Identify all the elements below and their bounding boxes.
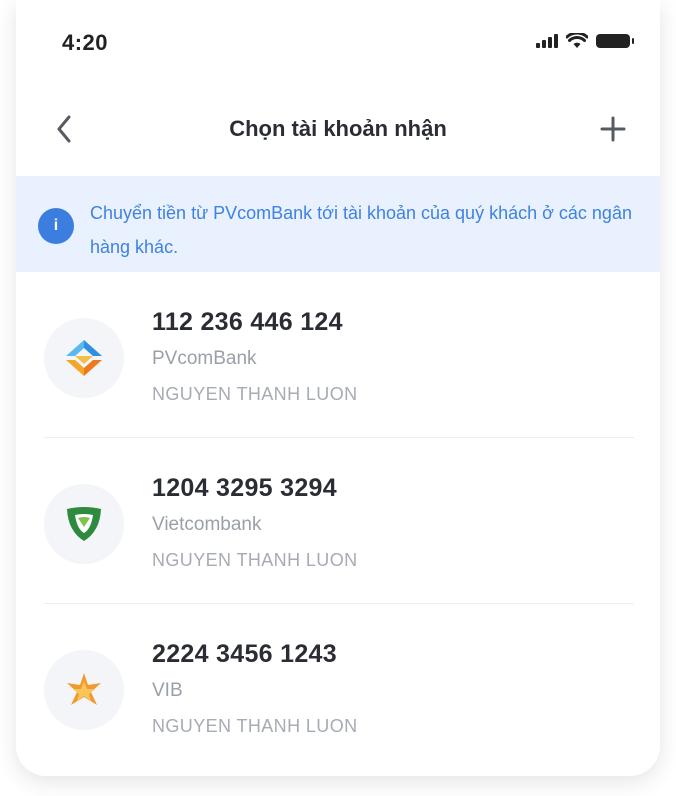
info-icon: i [38, 208, 74, 244]
account-item[interactable]: 112 236 446 124 PVcomBank NGUYEN THANH L… [16, 272, 660, 438]
bank-name: Vietcombank [152, 514, 262, 535]
info-banner: i Chuyển tiền từ PVcomBank tới tài khoản… [16, 176, 660, 272]
vietcombank-logo-icon [44, 484, 124, 564]
phone-screen: 4:20 Chọn tài khoản nhận i Chuyển tiền t… [16, 0, 660, 776]
account-holder-name: NGUYEN THANH LUON [152, 716, 358, 736]
status-time: 4:20 [62, 30, 109, 55]
add-account-button[interactable] [596, 112, 630, 146]
cellular-signal-icon [536, 34, 558, 48]
status-bar: 4:20 [16, 0, 660, 90]
header: Chọn tài khoản nhận [16, 100, 660, 160]
page-title: Chọn tài khoản nhận [229, 116, 447, 141]
account-list: 112 236 446 124 PVcomBank NGUYEN THANH L… [16, 272, 660, 770]
bank-name: PVcomBank [152, 348, 257, 369]
account-number: 2224 3456 1243 [152, 640, 337, 668]
account-item[interactable]: 1204 3295 3294 Vietcombank NGUYEN THANH … [16, 438, 660, 604]
account-number: 1204 3295 3294 [152, 474, 337, 502]
wifi-icon [566, 33, 588, 48]
account-holder-name: NGUYEN THANH LUON [152, 384, 358, 404]
plus-icon [600, 116, 626, 142]
account-number: 112 236 446 124 [152, 308, 343, 336]
pvcombank-logo-icon [44, 318, 124, 398]
bank-name: VIB [152, 680, 183, 701]
account-holder-name: NGUYEN THANH LUON [152, 550, 358, 570]
info-banner-text: Chuyển tiền từ PVcomBank tới tài khoản c… [90, 203, 632, 257]
account-item[interactable]: 2224 3456 1243 VIB NGUYEN THANH LUON [16, 604, 660, 770]
vib-logo-icon [44, 650, 124, 730]
status-icons [536, 33, 634, 49]
battery-icon [596, 34, 634, 48]
